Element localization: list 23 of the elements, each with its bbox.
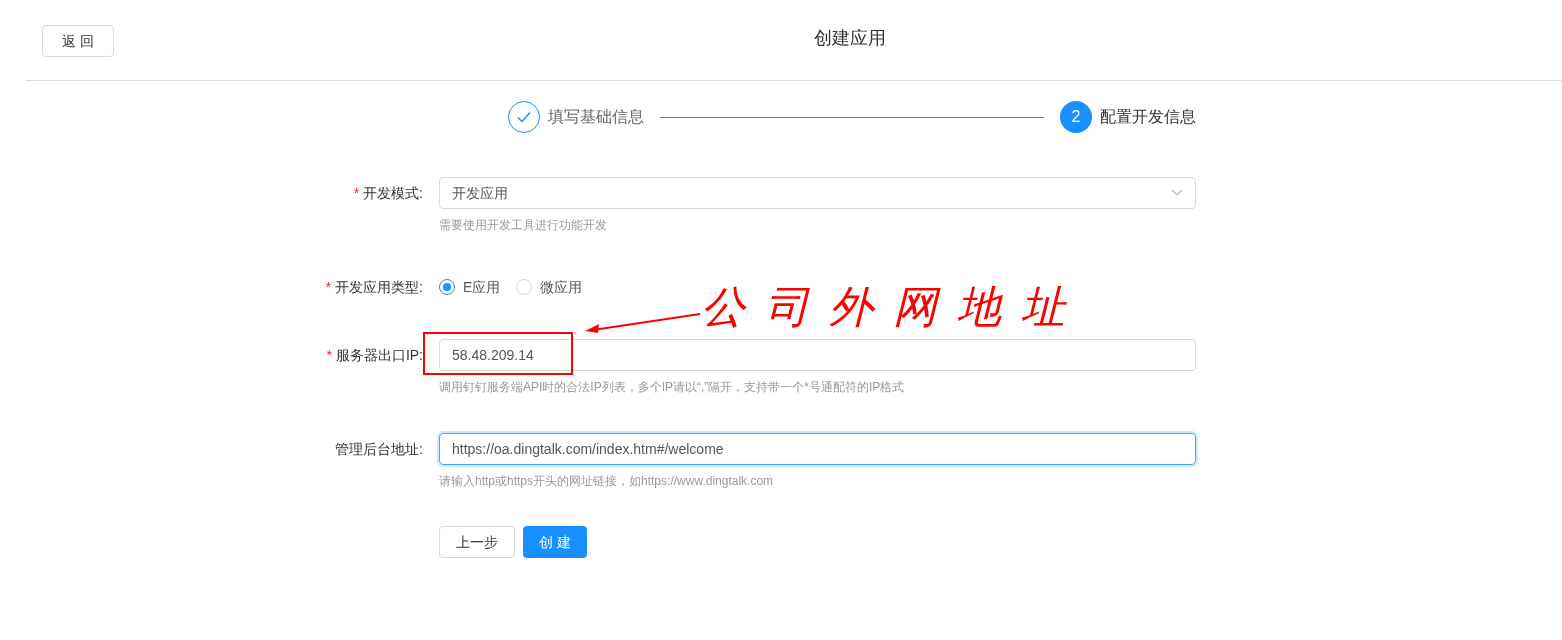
- handwritten-note: 公司外网地址: [701, 285, 1085, 329]
- previous-button[interactable]: 上一步: [439, 526, 515, 558]
- required-mark: *: [325, 278, 332, 297]
- input-field[interactable]: 58.48.209.14: [439, 339, 1196, 371]
- radio-option[interactable]: E应用: [439, 277, 501, 297]
- field-label: 管理后台地址:: [335, 440, 423, 459]
- required-mark: *: [326, 346, 332, 365]
- back-button[interactable]: 返 回: [42, 25, 114, 57]
- radio-option[interactable]: 微应用: [516, 277, 583, 297]
- field-label: 开发应用类型:: [335, 278, 423, 297]
- page-title: 创建应用: [813, 27, 887, 50]
- step-label: 配置开发信息: [1100, 107, 1196, 127]
- mode-select[interactable]: 开发应用: [439, 177, 1196, 209]
- step-number: 2: [1060, 101, 1092, 133]
- field-hint: 请输入http或https开头的网址链接，如https://www.dingtalk.com: [439, 473, 775, 489]
- field-hint: 调用钉钉服务端API时的合法IP列表，多个IP请以“,”隔开，支持带一个*号通配符的IP格式: [439, 379, 906, 395]
- field-label: 开发模式:: [363, 184, 423, 203]
- chevron-down-icon: [1171, 189, 1183, 197]
- step-label: 填写基础信息: [548, 107, 644, 127]
- required-mark: *: [353, 184, 360, 203]
- input-field[interactable]: https://oa.dingtalk.com/index.htm#/welcome: [439, 433, 1196, 465]
- field-hint: 需要使用开发工具进行功能开发: [439, 217, 608, 233]
- field-label: 服务器出口IP:: [335, 346, 423, 365]
